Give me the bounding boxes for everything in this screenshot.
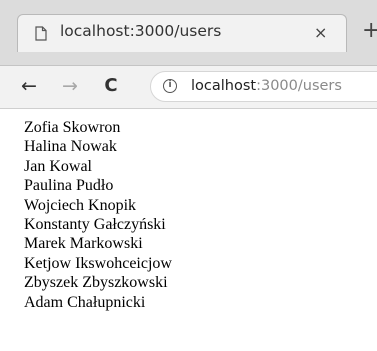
browser-tab[interactable]: localhost:3000/users × <box>17 14 347 52</box>
user-list-item: Zofia Skowron <box>24 119 121 136</box>
user-list-item: Ketjow Ikswohceicjow <box>24 254 172 272</box>
back-arrow-icon[interactable]: ← <box>15 72 43 100</box>
url-text[interactable]: localhost:3000/users <box>191 78 342 94</box>
info-icon[interactable]: i <box>163 79 177 93</box>
tab-title: localhost:3000/users <box>60 22 222 40</box>
browser-window: localhost:3000/users × + ← → C i localho… <box>0 0 377 351</box>
user-list-item: Konstanty Gałczyński <box>24 216 166 234</box>
browser-toolbar: ← → C i localhost:3000/users <box>0 66 377 109</box>
user-list-item: Wojciech Knopik <box>24 196 137 214</box>
user-list-item: Marek Markowski <box>24 235 143 253</box>
user-list-item: Halina Nowak <box>24 138 117 156</box>
new-tab-button[interactable]: + <box>362 19 377 43</box>
url-path: :3000/users <box>256 78 342 94</box>
address-bar[interactable]: i localhost:3000/users <box>150 71 377 102</box>
page-content: Zofia Skowron Halina Nowak Jan Kowal Pau… <box>24 118 374 312</box>
reload-icon[interactable]: C <box>97 72 125 100</box>
url-host: localhost <box>191 78 257 94</box>
close-icon[interactable]: × <box>314 22 327 44</box>
user-list-item: Zbyszek Zbyszkowski <box>24 274 168 292</box>
forward-arrow-icon[interactable]: → <box>56 72 84 100</box>
user-list-item: Jan Kowal <box>24 157 92 175</box>
page-icon <box>35 26 47 41</box>
user-list-item: Paulina Pudło <box>24 177 114 195</box>
tab-strip: localhost:3000/users × + <box>0 0 377 66</box>
user-list-item: Adam Chałupnicki <box>24 293 146 311</box>
